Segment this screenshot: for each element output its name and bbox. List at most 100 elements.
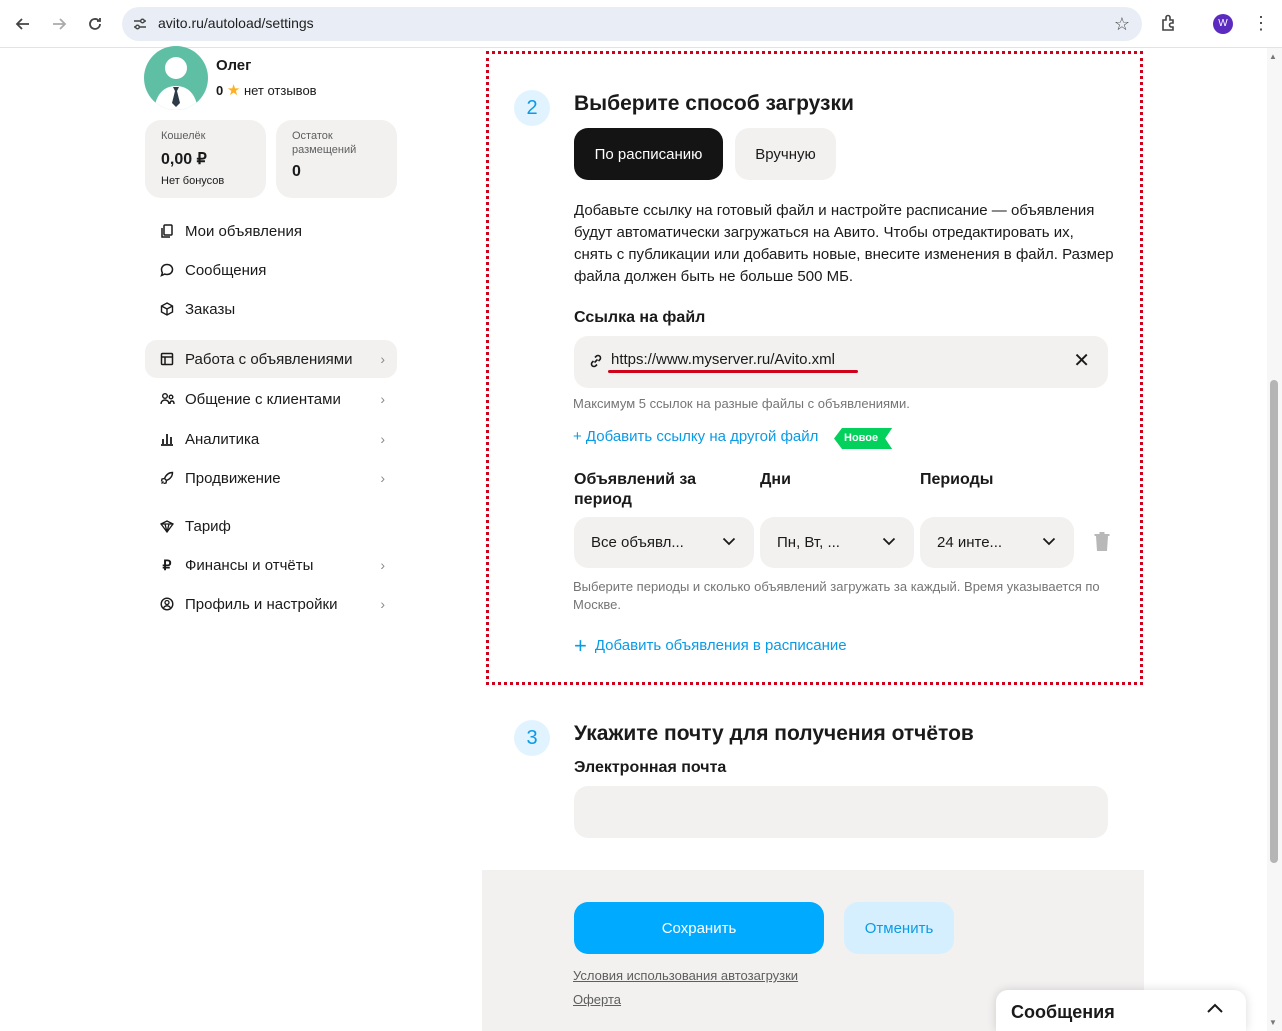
bookmark-star-icon[interactable]: ☆: [1114, 14, 1130, 35]
schedule-toggle-button[interactable]: По расписанию: [574, 128, 723, 180]
sidebar-item-label: Общение с клиентами: [185, 390, 341, 408]
cancel-button[interactable]: Отменить: [844, 902, 954, 954]
chevron-down-icon: [1042, 537, 1056, 546]
chevron-up-icon[interactable]: [1206, 1000, 1224, 1018]
sidebar-item-orders[interactable]: Заказы: [145, 290, 397, 328]
copy-icon: [159, 223, 175, 239]
scroll-down-arrow-icon[interactable]: ▼: [1269, 1018, 1277, 1027]
sidebar-item-clients[interactable]: Общение с клиентами ›: [145, 380, 397, 418]
scrollbar-thumb[interactable]: [1270, 380, 1278, 863]
step-number: 3: [514, 720, 550, 756]
site-settings-icon[interactable]: [132, 16, 148, 32]
user-avatar-icon: [154, 57, 198, 110]
people-icon: [159, 391, 175, 407]
section-title: Укажите почту для получения отчётов: [574, 722, 974, 745]
browser-menu-icon[interactable]: ⋮: [1252, 12, 1270, 34]
add-file-link-button[interactable]: + Добавить ссылку на другой файл: [573, 428, 818, 445]
manual-toggle-button[interactable]: Вручную: [735, 128, 836, 180]
add-schedule-button[interactable]: + Добавить объявления в расписание: [574, 633, 847, 659]
sidebar-item-label: Продвижение: [185, 469, 281, 487]
email-label: Электронная почта: [574, 759, 727, 776]
browser-profile-avatar[interactable]: W: [1213, 14, 1233, 34]
placements-value: 0: [292, 163, 301, 180]
address-bar[interactable]: avito.ru/autoload/settings ☆: [122, 7, 1142, 41]
wallet-value: 0,00 ₽: [161, 151, 207, 168]
back-arrow-icon[interactable]: [11, 12, 35, 36]
save-button[interactable]: Сохранить: [574, 902, 824, 954]
chat-icon: [159, 262, 175, 278]
wallet-card[interactable]: Кошелёк 0,00 ₽ Нет бонусов: [145, 120, 266, 198]
browser-toolbar: avito.ru/autoload/settings ☆ W ⋮: [0, 0, 1282, 48]
offer-link[interactable]: Оферта: [573, 992, 621, 1007]
link-icon: [590, 354, 602, 368]
wallet-bonus: Нет бонусов: [161, 175, 225, 187]
chevron-down-icon: [882, 537, 896, 546]
days-label: Дни: [760, 471, 791, 488]
chevron-right-icon: ›: [380, 596, 385, 612]
profile-icon: [159, 596, 175, 612]
sidebar-item-label: Мои объявления: [185, 222, 302, 240]
scroll-up-arrow-icon[interactable]: ▲: [1269, 52, 1277, 61]
ads-work-icon: [159, 351, 175, 367]
reviews-text: нет отзывов: [243, 83, 317, 98]
ads-count-select[interactable]: Все объявл...: [574, 517, 754, 568]
sidebar-item-profile[interactable]: Профиль и настройки ›: [145, 585, 397, 623]
days-select[interactable]: Пн, Вт, ...: [760, 517, 914, 568]
sidebar-item-my-ads[interactable]: Мои объявления: [145, 212, 397, 250]
sidebar-item-label: Заказы: [185, 300, 236, 318]
url-text[interactable]: avito.ru/autoload/settings: [158, 15, 314, 31]
file-link-hint: Максимум 5 ссылок на разные файлы с объя…: [573, 396, 910, 411]
periods-select[interactable]: 24 инте...: [920, 517, 1074, 568]
periods-label: Периоды: [920, 471, 994, 488]
user-name[interactable]: Олег: [216, 57, 251, 74]
step-number: 2: [514, 90, 550, 126]
forward-arrow-icon[interactable]: [47, 12, 71, 36]
chart-icon: [159, 431, 175, 447]
messages-widget-title: Сообщения: [1011, 1002, 1115, 1022]
user-rating: 0 ★ нет отзывов: [216, 81, 317, 99]
plus-icon: +: [574, 633, 587, 658]
chevron-right-icon: ›: [380, 557, 385, 573]
chevron-right-icon: ›: [380, 351, 385, 367]
ruble-icon: ₽: [162, 556, 172, 573]
red-underline-annotation: [608, 370, 858, 373]
sidebar-item-label: Аналитика: [185, 430, 260, 448]
sidebar-item-messages[interactable]: Сообщения: [145, 251, 397, 289]
messages-widget[interactable]: Сообщения: [996, 990, 1246, 1031]
chevron-right-icon: ›: [380, 431, 385, 447]
trash-icon[interactable]: [1093, 532, 1111, 552]
add-schedule-label: Добавить объявления в расписание: [594, 637, 847, 654]
chevron-right-icon: ›: [380, 391, 385, 407]
sidebar-item-label: Профиль и настройки: [185, 595, 338, 613]
sidebar-item-label: Тариф: [185, 517, 231, 535]
sidebar-item-label: Финансы и отчёты: [185, 556, 314, 574]
sidebar-item-tariff[interactable]: Тариф: [145, 507, 397, 545]
rocket-icon: [159, 470, 175, 486]
terms-link[interactable]: Условия использования автозагрузки: [573, 968, 798, 983]
placements-card[interactable]: Остаток размещений 0: [276, 120, 397, 198]
placements-label: Остаток размещений: [292, 130, 357, 156]
ads-count-value: Все объявл...: [591, 534, 684, 551]
sidebar-item-promotion[interactable]: Продвижение ›: [145, 459, 397, 497]
sidebar-item-label: Работа с объявлениями: [185, 350, 353, 368]
chevron-down-icon: [722, 537, 736, 546]
file-link-value[interactable]: https://www.myserver.ru/Avito.xml: [611, 351, 835, 368]
avatar[interactable]: [144, 46, 208, 110]
reload-icon[interactable]: [83, 12, 107, 36]
new-badge: Новое: [834, 428, 892, 449]
star-icon: ★: [226, 82, 241, 99]
sidebar-item-finance[interactable]: ₽ Финансы и отчёты ›: [145, 546, 397, 584]
file-link-label: Ссылка на файл: [574, 309, 706, 326]
rating-count: 0: [216, 83, 224, 98]
file-link-input[interactable]: https://www.myserver.ru/Avito.xml ✕: [574, 336, 1108, 388]
ads-per-period-label: Объявлений за период: [574, 471, 697, 508]
sidebar-item-ads-work[interactable]: Работа с объявлениями ›: [145, 340, 397, 378]
email-field[interactable]: [574, 786, 1108, 838]
tariff-icon: [159, 518, 175, 534]
box-icon: [159, 301, 175, 317]
sidebar-item-analytics[interactable]: Аналитика ›: [145, 420, 397, 458]
extensions-icon[interactable]: [1158, 12, 1180, 34]
wallet-label: Кошелёк: [161, 130, 206, 142]
sidebar-item-label: Сообщения: [185, 261, 267, 279]
clear-icon[interactable]: ✕: [1073, 351, 1090, 371]
